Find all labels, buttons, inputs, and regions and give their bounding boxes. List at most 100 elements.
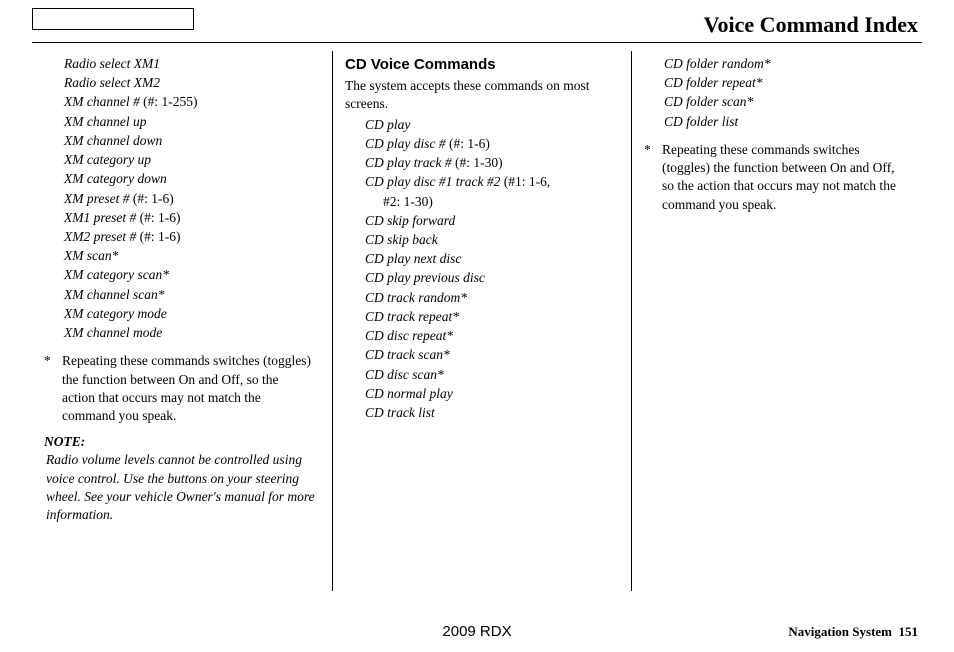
col1-starnote: * Repeating these commands switches (tog… bbox=[44, 352, 320, 425]
command-line: XM category down bbox=[64, 170, 320, 188]
footer-model-year: 2009 RDX bbox=[442, 623, 511, 640]
command-line: CD disc repeat* bbox=[365, 327, 619, 345]
command-line: XM category scan* bbox=[64, 266, 320, 284]
command-param: (#: 1-255) bbox=[140, 94, 198, 109]
command-ital: XM channel # bbox=[64, 94, 140, 109]
command-param: (#: 1-6) bbox=[129, 191, 173, 206]
command-ital: Radio select XM1 bbox=[64, 56, 160, 71]
command-line: CD play disc #1 track #2 (#1: 1-6, bbox=[365, 173, 619, 191]
command-line: CD play disc # (#: 1-6) bbox=[365, 135, 619, 153]
command-ital: XM1 preset # bbox=[64, 210, 136, 225]
command-param: (#: 1-6) bbox=[136, 229, 180, 244]
cd-folder-command-list: CD folder random* CD folder repeat* CD fol… bbox=[644, 55, 910, 131]
command-ital: CD skip back bbox=[365, 232, 438, 247]
command-ital: CD play bbox=[365, 117, 410, 132]
command-line: XM2 preset # (#: 1-6) bbox=[64, 228, 320, 246]
command-ital: CD track random* bbox=[365, 290, 467, 305]
command-ital: XM preset # bbox=[64, 191, 129, 206]
command-ital: CD play previous disc bbox=[365, 270, 485, 285]
command-line: CD track list bbox=[365, 404, 619, 422]
xm-command-list: Radio select XM1 Radio select XM2 XM chann… bbox=[44, 55, 320, 342]
command-ital: CD normal play bbox=[365, 386, 453, 401]
command-ital: XM category mode bbox=[64, 306, 167, 321]
command-param: (#: 1-6) bbox=[136, 210, 180, 225]
col3-starnote-text: Repeating these commands switches (toggl… bbox=[662, 141, 904, 214]
command-ital: XM scan* bbox=[64, 248, 118, 263]
command-line: CD track scan* bbox=[365, 346, 619, 364]
command-ital: CD track repeat* bbox=[365, 309, 459, 324]
command-line: XM category up bbox=[64, 151, 320, 169]
command-line: CD play next disc bbox=[365, 250, 619, 268]
command-ital: CD play next disc bbox=[365, 251, 461, 266]
asterisk-icon: * bbox=[44, 352, 62, 425]
command-ital: CD folder list bbox=[664, 114, 738, 129]
command-line: CD folder random* bbox=[664, 55, 910, 73]
command-line: XM channel mode bbox=[64, 324, 320, 342]
command-ital: XM category up bbox=[64, 152, 151, 167]
note-heading: NOTE: bbox=[44, 433, 320, 451]
command-line: CD play bbox=[365, 116, 619, 134]
command-line: XM1 preset # (#: 1-6) bbox=[64, 209, 320, 227]
column-3: CD folder random* CD folder repeat* CD fol… bbox=[632, 51, 922, 591]
command-line: CD folder list bbox=[664, 113, 910, 131]
command-param: (#: 1-6) bbox=[446, 136, 490, 151]
command-ital: XM category down bbox=[64, 171, 167, 186]
column-1: Radio select XM1 Radio select XM2 XM chann… bbox=[32, 51, 332, 591]
col3-starnote: * Repeating these commands switches (tog… bbox=[644, 141, 910, 214]
command-ital: CD disc repeat* bbox=[365, 328, 453, 343]
command-ital: XM channel mode bbox=[64, 325, 162, 340]
command-line: CD skip forward bbox=[365, 212, 619, 230]
command-line: CD folder repeat* bbox=[664, 74, 910, 92]
command-line: CD disc scan* bbox=[365, 366, 619, 384]
page-footer: 2009 RDX Navigation System 151 bbox=[0, 624, 954, 640]
cd-command-list: CD playCD play disc # (#: 1-6)CD play tr… bbox=[345, 116, 619, 423]
asterisk-icon: * bbox=[644, 141, 662, 214]
command-line: Radio select XM2 bbox=[64, 74, 320, 92]
col1-starnote-text: Repeating these commands switches (toggl… bbox=[62, 352, 314, 425]
header-box bbox=[32, 8, 194, 30]
footer-section-label: Navigation System bbox=[788, 624, 892, 639]
command-line: XM category mode bbox=[64, 305, 320, 323]
command-line: Radio select XM1 bbox=[64, 55, 320, 73]
command-param: (#: 1-30) bbox=[452, 155, 503, 170]
command-ital: CD folder random* bbox=[664, 56, 771, 71]
command-line: XM channel down bbox=[64, 132, 320, 150]
footer-page-info: Navigation System 151 bbox=[788, 624, 918, 640]
horizontal-rule bbox=[32, 42, 922, 43]
command-line: XM scan* bbox=[64, 247, 320, 265]
command-ital: CD track scan* bbox=[365, 347, 450, 362]
command-ital: CD play track # bbox=[365, 155, 452, 170]
command-ital: CD folder scan* bbox=[664, 94, 753, 109]
command-ital: XM channel scan* bbox=[64, 287, 164, 302]
footer-page-number: 151 bbox=[899, 624, 919, 639]
command-ital: XM2 preset # bbox=[64, 229, 136, 244]
command-ital: CD play disc #1 track #2 bbox=[365, 174, 500, 189]
command-line: CD folder scan* bbox=[664, 93, 910, 111]
command-line: CD play previous disc bbox=[365, 269, 619, 287]
command-param: (#1: 1-6, bbox=[500, 174, 550, 189]
command-line: XM channel up bbox=[64, 113, 320, 131]
command-line: CD track repeat* bbox=[365, 308, 619, 326]
note-body: Radio volume levels cannot be controlled… bbox=[46, 451, 320, 524]
command-ital: CD play disc # bbox=[365, 136, 446, 151]
command-line: XM channel scan* bbox=[64, 286, 320, 304]
column-2: CD Voice Commands The system accepts the… bbox=[332, 51, 632, 591]
command-line: CD skip back bbox=[365, 231, 619, 249]
command-line: CD play track # (#: 1-30) bbox=[365, 154, 619, 172]
command-ital: CD track list bbox=[365, 405, 435, 420]
command-ital: CD folder repeat* bbox=[664, 75, 763, 90]
command-ital: XM category scan* bbox=[64, 267, 169, 282]
command-ital: XM channel up bbox=[64, 114, 146, 129]
cd-section-heading: CD Voice Commands bbox=[345, 55, 619, 75]
cd-intro-text: The system accepts these commands on mos… bbox=[345, 77, 619, 113]
command-line: XM channel # (#: 1-255) bbox=[64, 93, 320, 111]
command-ital: CD disc scan* bbox=[365, 367, 444, 382]
command-ital: XM channel down bbox=[64, 133, 162, 148]
command-ital: Radio select XM2 bbox=[64, 75, 160, 90]
command-wrap: #2: 1-30) bbox=[365, 193, 619, 211]
content-columns: Radio select XM1 Radio select XM2 XM chann… bbox=[32, 51, 922, 591]
command-line: XM preset # (#: 1-6) bbox=[64, 190, 320, 208]
command-ital: CD skip forward bbox=[365, 213, 455, 228]
command-line: CD track random* bbox=[365, 289, 619, 307]
command-line: CD normal play bbox=[365, 385, 619, 403]
